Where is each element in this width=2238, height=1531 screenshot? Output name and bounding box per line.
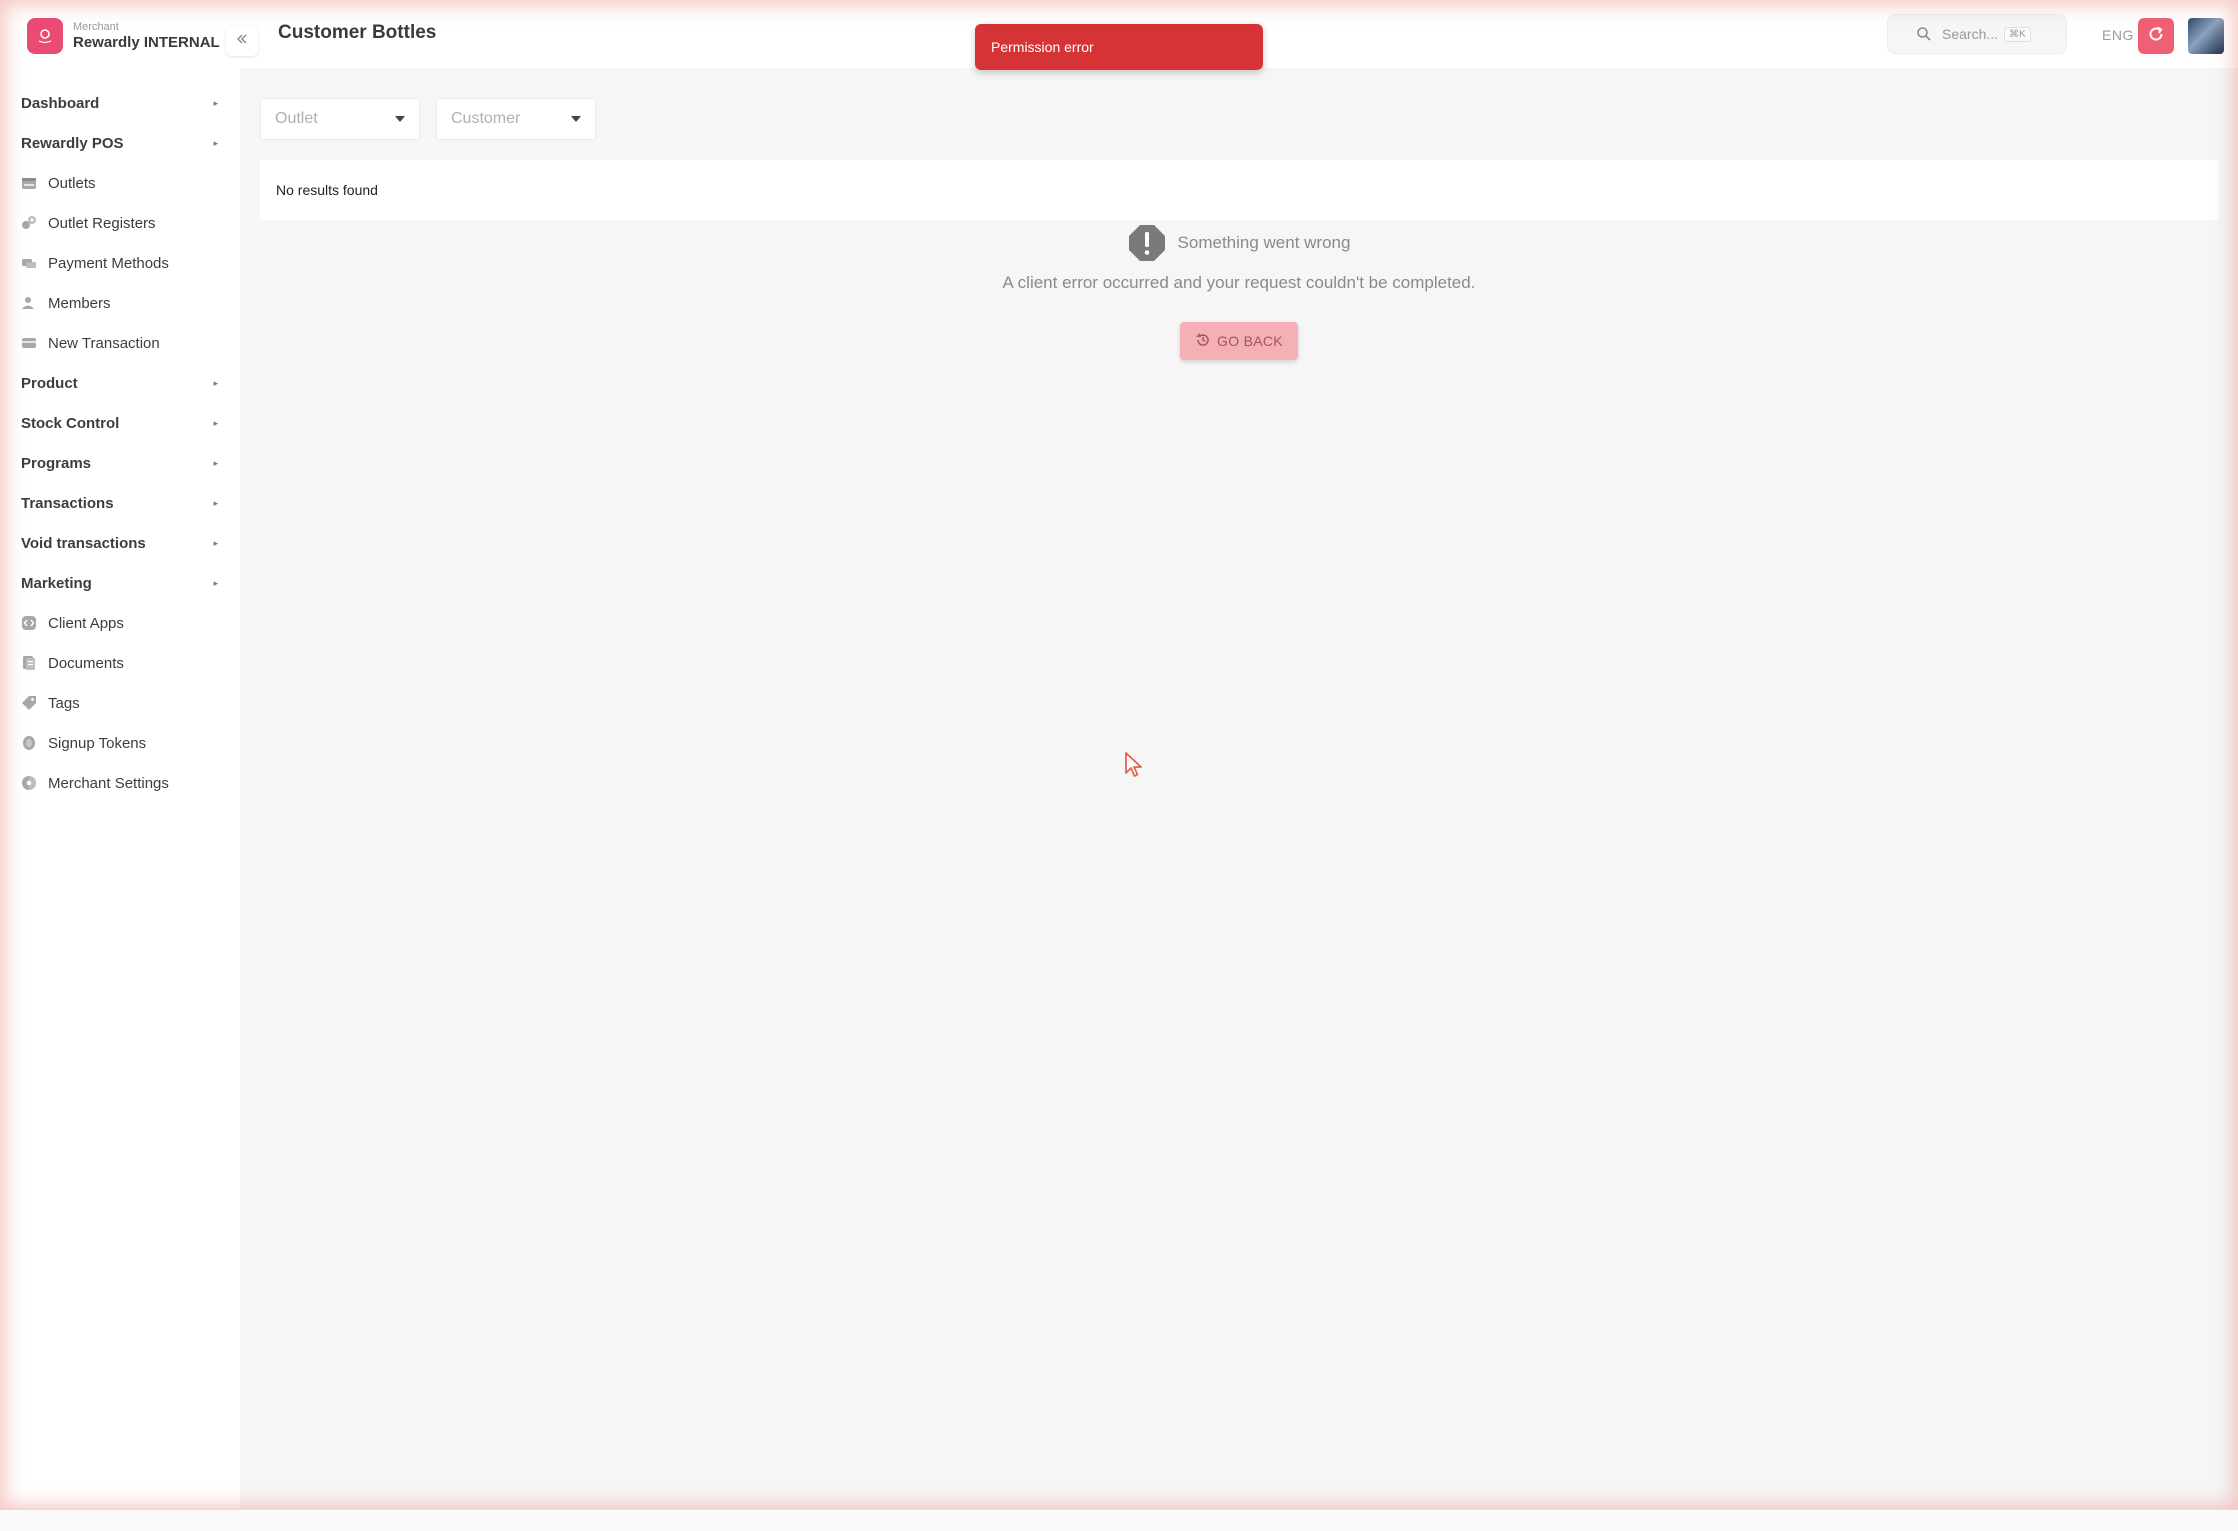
dropdown-arrow-icon: [395, 116, 405, 122]
sidebar-item-label: Product: [21, 374, 78, 392]
search-icon: [1916, 26, 1932, 42]
customer-select[interactable]: Customer: [436, 98, 596, 140]
filter-bar: Outlet Customer: [260, 98, 596, 140]
sidebar-item-new-transaction[interactable]: New Transaction: [0, 323, 240, 363]
bottom-strip: [0, 1508, 2238, 1531]
sidebar-item-rewardly-pos[interactable]: Rewardly POS ▸: [0, 123, 240, 163]
sidebar-item-merchant-settings[interactable]: Merchant Settings: [0, 763, 240, 803]
caret-right-icon: ▸: [213, 97, 218, 108]
double-chevron-left-icon: [235, 32, 249, 51]
error-state: Something went wrong A client error occu…: [240, 224, 2238, 293]
sidebar-item-dashboard[interactable]: Dashboard ▸: [0, 83, 240, 123]
settings-icon: [21, 775, 37, 791]
sidebar-item-label: Outlets: [48, 174, 96, 192]
collapse-sidebar-button[interactable]: [226, 26, 258, 56]
sidebar-item-label: Rewardly POS: [21, 134, 124, 152]
sidebar-item-members[interactable]: Members: [0, 283, 240, 323]
sidebar-item-label: Marketing: [21, 574, 92, 592]
caret-right-icon: ▸: [213, 537, 218, 548]
warning-octagon-icon: [1128, 224, 1166, 262]
sidebar-item-label: Programs: [21, 454, 92, 472]
card-icon: [21, 335, 37, 351]
go-back-button[interactable]: GO BACK: [1180, 322, 1298, 360]
sidebar-item-label: Dashboard: [21, 94, 100, 112]
search-shortcut: ⌘K: [2004, 26, 2031, 42]
sidebar-item-transactions[interactable]: Transactions ▸: [0, 483, 240, 523]
sidebar-item-label: Client Apps: [48, 614, 124, 632]
sidebar-item-label: Members: [48, 294, 111, 312]
page-title: Customer Bottles: [278, 22, 437, 43]
toast-message: Permission error: [991, 39, 1094, 55]
payment-icon: [21, 255, 37, 271]
sidebar-item-label: Payment Methods: [48, 254, 169, 272]
mouse-cursor-icon: [1124, 751, 1146, 781]
sidebar-item-payment-methods[interactable]: Payment Methods: [0, 243, 240, 283]
brand-name: Rewardly INTERNAL: [73, 33, 220, 51]
sidebar-item-void-transactions[interactable]: Void transactions ▸: [0, 523, 240, 563]
caret-right-icon: ▸: [213, 577, 218, 588]
rewardly-logo-icon: [27, 18, 63, 54]
sidebar-item-label: Outlet Registers: [48, 214, 156, 232]
main-content: Outlet Customer No results found Somethi…: [240, 68, 2238, 1508]
caret-right-icon: ▸: [213, 137, 218, 148]
sidebar-item-programs[interactable]: Programs ▸: [0, 443, 240, 483]
dropdown-arrow-icon: [571, 116, 581, 122]
avatar[interactable]: [2188, 18, 2224, 54]
sidebar-item-tags[interactable]: Tags: [0, 683, 240, 723]
sidebar-item-label: Transactions: [21, 494, 114, 512]
sidebar-nav: Dashboard ▸ Rewardly POS ▸ Outlets Outle…: [0, 83, 240, 803]
caret-right-icon: ▸: [213, 497, 218, 508]
brand[interactable]: Merchant Rewardly INTERNAL: [27, 18, 220, 54]
history-icon: [1195, 332, 1211, 351]
sidebar-item-marketing[interactable]: Marketing ▸: [0, 563, 240, 603]
language-selector[interactable]: ENG: [2102, 27, 2134, 43]
sidebar-item-signup-tokens[interactable]: Signup Tokens: [0, 723, 240, 763]
error-title: Something went wrong: [1177, 233, 1351, 252]
empty-results-text: No results found: [276, 182, 378, 198]
sidebar-item-label: New Transaction: [48, 334, 160, 352]
sidebar: Merchant Rewardly INTERNAL Dashboard ▸ R…: [0, 0, 240, 1531]
register-icon: [21, 215, 37, 231]
go-back-label: GO BACK: [1217, 333, 1283, 349]
caret-right-icon: ▸: [213, 417, 218, 428]
store-icon: [21, 175, 37, 191]
sidebar-item-label: Stock Control: [21, 414, 120, 432]
sidebar-item-label: Void transactions: [21, 534, 146, 552]
refresh-button[interactable]: [2138, 18, 2174, 54]
sidebar-item-label: Tags: [48, 694, 80, 712]
app-root: Merchant Rewardly INTERNAL Dashboard ▸ R…: [0, 0, 2238, 1531]
caret-right-icon: ▸: [213, 377, 218, 388]
search-input[interactable]: Search... ⌘K: [1887, 14, 2067, 54]
sidebar-item-product[interactable]: Product ▸: [0, 363, 240, 403]
caret-right-icon: ▸: [213, 457, 218, 468]
sidebar-item-outlets[interactable]: Outlets: [0, 163, 240, 203]
sidebar-item-stock-control[interactable]: Stock Control ▸: [0, 403, 240, 443]
user-icon: [21, 295, 37, 311]
tag-icon: [21, 695, 37, 711]
token-icon: [21, 735, 37, 751]
sidebar-item-client-apps[interactable]: Client Apps: [0, 603, 240, 643]
sidebar-item-label: Merchant Settings: [48, 774, 169, 792]
permission-error-toast[interactable]: Permission error: [975, 24, 1263, 70]
search-placeholder: Search...: [1942, 26, 1999, 42]
sidebar-item-label: Documents: [48, 654, 124, 672]
error-message: A client error occurred and your request…: [1002, 273, 1476, 292]
document-icon: [21, 655, 37, 671]
outlet-select-placeholder: Outlet: [275, 110, 318, 127]
sidebar-item-documents[interactable]: Documents: [0, 643, 240, 683]
code-icon: [21, 615, 37, 631]
outlet-select[interactable]: Outlet: [260, 98, 420, 140]
refresh-icon: [2147, 25, 2165, 48]
brand-subtitle: Merchant: [73, 21, 119, 34]
sidebar-item-label: Signup Tokens: [48, 734, 147, 752]
sidebar-item-outlet-registers[interactable]: Outlet Registers: [0, 203, 240, 243]
results-panel: No results found: [260, 160, 2218, 220]
customer-select-placeholder: Customer: [451, 110, 521, 127]
